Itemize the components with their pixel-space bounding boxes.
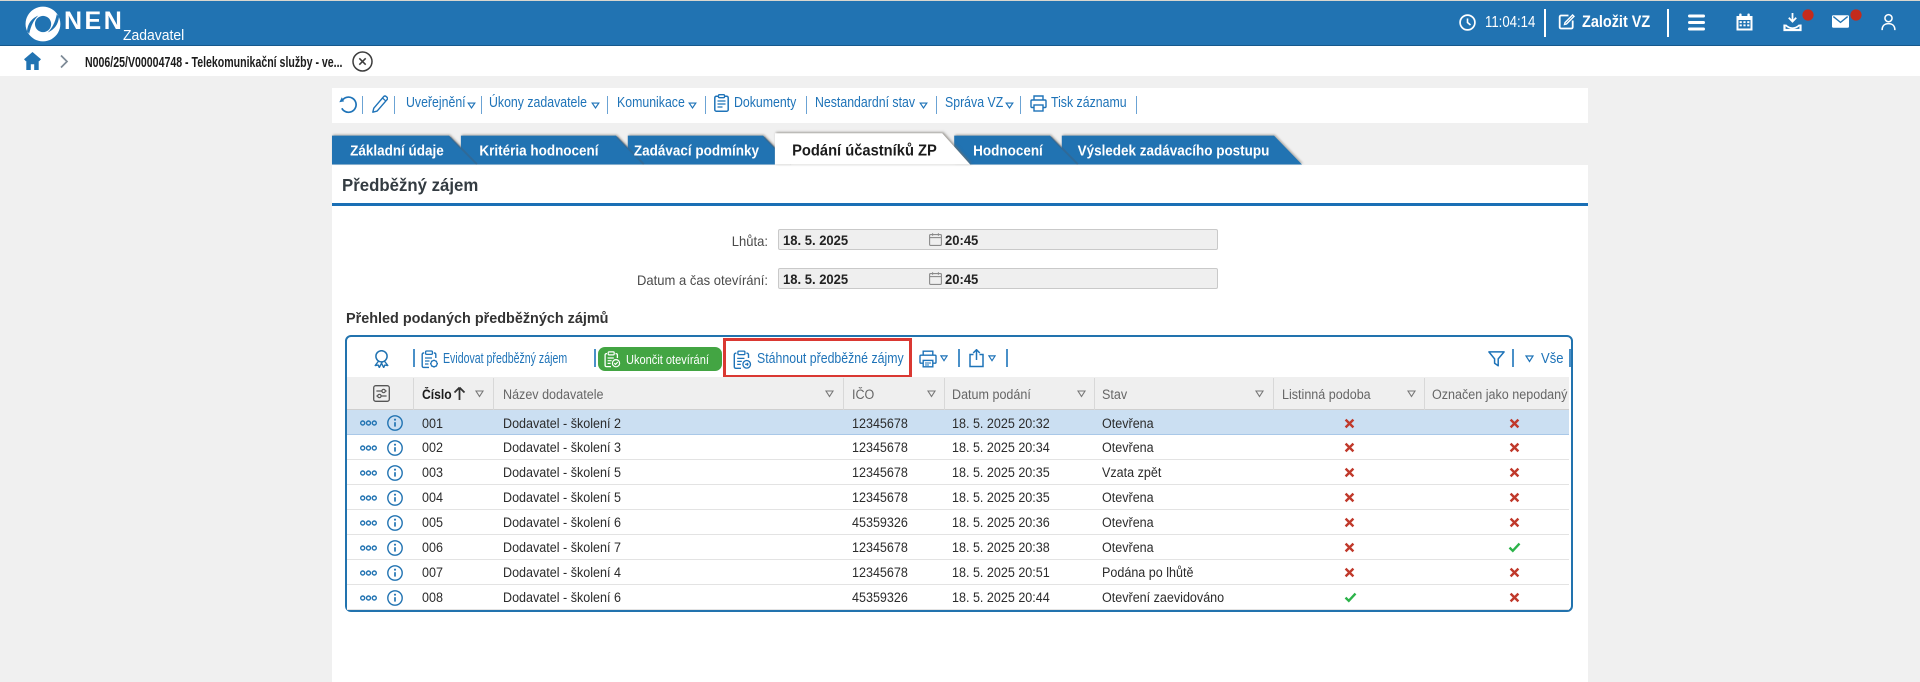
svg-text:Podání účastníků ZP: Podání účastníků ZP [792,142,937,159]
svg-text:Kritéria hodnocení: Kritéria hodnocení [479,143,599,160]
svg-text:Zadávací podmínky: Zadávací podmínky [634,143,759,160]
svg-text:Základní údaje: Základní údaje [350,143,444,160]
svg-text:Výsledek zadávacího postupu: Výsledek zadávacího postupu [1078,143,1270,160]
svg-text:Hodnocení: Hodnocení [973,143,1044,160]
